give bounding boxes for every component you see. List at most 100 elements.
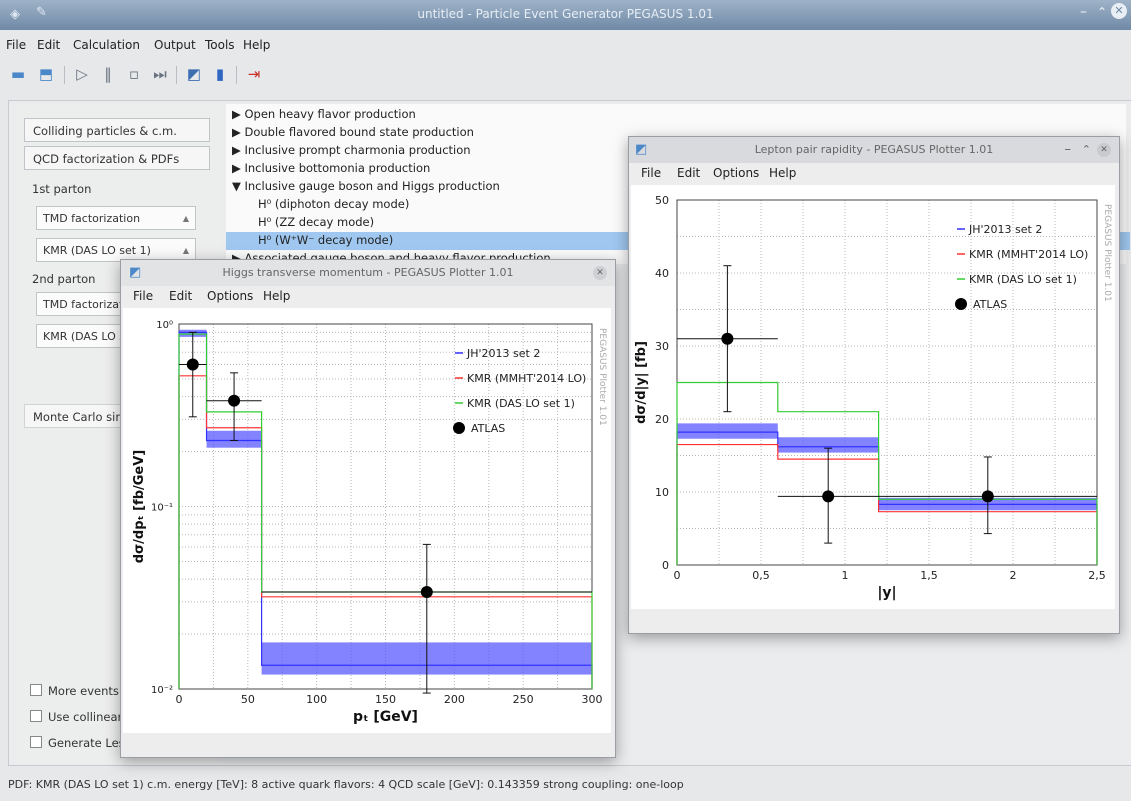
menu-tools[interactable]: Tools — [205, 38, 235, 52]
select-value: KMR (DAS LO set 1) — [43, 244, 151, 257]
legend-label: KMR (DAS LO set 1) — [969, 273, 1077, 286]
maximize-icon[interactable]: ⌃ — [1097, 5, 1107, 19]
x-tick-label: 100 — [306, 693, 327, 706]
first-parton-factorization-select[interactable]: TMD factorization▲▼ — [36, 206, 196, 247]
exit-icon[interactable]: ⇥ — [244, 64, 264, 84]
plotter-titlebar: ◩ Lepton pair rapidity - PEGASUS Plotter… — [629, 137, 1119, 163]
legend-label: JH'2013 set 2 — [466, 347, 540, 360]
qcd-factorization-button[interactable]: QCD factorization & PDFs — [24, 146, 210, 170]
x-tick-label: 0,5 — [752, 569, 770, 582]
second-parton-label: 2nd parton — [32, 272, 96, 286]
x-tick-label: 1 — [842, 569, 849, 582]
checkbox-box — [30, 684, 42, 696]
y-tick-label: 0 — [662, 559, 669, 572]
menu-output[interactable]: Output — [154, 38, 196, 52]
close-icon[interactable]: ✕ — [1111, 3, 1127, 19]
tree-item[interactable]: H⁰ (ZZ decay mode) — [258, 215, 374, 229]
data-point — [721, 332, 734, 345]
plotter-titlebar: ◩ Higgs transverse momentum - PEGASUS Pl… — [121, 260, 615, 286]
maximize-icon[interactable]: ⌃ — [1082, 137, 1091, 163]
plotter-title: Higgs transverse momentum - PEGASUS Plot… — [222, 266, 514, 279]
x-axis-label: pₜ [GeV] — [353, 709, 418, 725]
open-folder-icon[interactable]: ▬ — [8, 64, 28, 84]
plotter-window-rapidity: ◩ Lepton pair rapidity - PEGASUS Plotter… — [628, 136, 1120, 634]
plot-canvas: 0 0,5 1 1,5 2 2,5 0 10 20 30 40 50 |y| dσ/d|y| [fb] PE… — [631, 185, 1115, 609]
data-point — [228, 394, 241, 407]
data-point — [981, 490, 994, 503]
x-tick-label: 150 — [375, 693, 396, 706]
plot-canvas: 0 50 100 150 200 250 300 10⁰ 10⁻¹ 10⁻² pₜ [GeV] dσ/… — [123, 308, 611, 733]
tree-item-selected[interactable]: H⁰ (W⁺W⁻ decay mode) — [258, 233, 393, 247]
x-tick-label: 2,5 — [1088, 569, 1106, 582]
toolbar-separator — [64, 66, 65, 84]
menu-file[interactable]: File — [641, 166, 661, 180]
legend-label: ATLAS — [973, 298, 1007, 311]
plot-icon[interactable]: ◩ — [184, 64, 204, 84]
plotter-watermark: PEGASUS Plotter 1.01 — [1102, 204, 1112, 302]
colliding-particles-button[interactable]: Colliding particles & c.m. energy — [24, 118, 210, 162]
x-tick-label: 50 — [241, 693, 255, 706]
tree-item[interactable]: ▶ Inclusive bottomonia production — [232, 161, 430, 175]
tree-item[interactable]: H⁰ (diphoton decay mode) — [258, 197, 409, 211]
first-parton-label: 1st parton — [32, 182, 92, 196]
menu-help[interactable]: Help — [263, 289, 290, 303]
legend-marker — [955, 298, 967, 310]
skip-icon[interactable]: ⏭ — [150, 64, 170, 84]
minimize-icon[interactable]: – — [1080, 4, 1087, 20]
menu-help[interactable]: Help — [243, 38, 270, 52]
play-icon[interactable]: ▷ — [72, 64, 92, 84]
window-titlebar: ◈ ✎ untitled - Particle Event Generator … — [0, 0, 1131, 30]
y-tick-label: 10⁻² — [151, 685, 173, 696]
menubar: File Edit Calculation Output Tools Help — [0, 38, 1131, 56]
y-tick-label: 20 — [655, 413, 669, 426]
checkbox-box — [30, 710, 42, 722]
menu-options[interactable]: Options — [207, 289, 253, 303]
x-tick-label: 250 — [513, 693, 534, 706]
menu-options[interactable]: Options — [713, 166, 759, 180]
x-tick-label: 0 — [176, 693, 183, 706]
menu-calculation[interactable]: Calculation — [73, 38, 140, 52]
menu-edit[interactable]: Edit — [37, 38, 60, 52]
legend-label: KMR (MMHT'2014 LO) — [969, 248, 1088, 261]
save-icon[interactable]: ⬒ — [36, 64, 56, 84]
menu-file[interactable]: File — [6, 38, 26, 52]
y-axis-label: dσ/d|y| [fb] — [634, 341, 649, 424]
menu-file[interactable]: File — [133, 289, 153, 303]
select-value: TMD factorization — [43, 212, 141, 225]
stop-icon[interactable]: ▫ — [124, 64, 144, 84]
book-icon[interactable]: ▮ — [210, 64, 230, 84]
tree-item[interactable]: ▼ Inclusive gauge boson and Higgs produc… — [232, 179, 500, 193]
toolbar-separator — [176, 66, 177, 84]
legend-label: ATLAS — [471, 422, 505, 435]
x-tick-label: 0 — [674, 569, 681, 582]
y-axis-label: dσ/dpₜ [fb/GeV] — [132, 450, 147, 564]
tree-item[interactable]: ▶ Double flavored bound state production — [232, 125, 474, 139]
y-tick-label: 10⁰ — [156, 320, 173, 331]
close-icon[interactable]: ✕ — [593, 266, 607, 280]
status-bar: PDF: KMR (DAS LO set 1) c.m. energy [TeV… — [8, 778, 684, 791]
menu-help[interactable]: Help — [769, 166, 796, 180]
x-axis-label: |y| — [877, 585, 896, 601]
menu-edit[interactable]: Edit — [677, 166, 700, 180]
close-icon[interactable]: ✕ — [1097, 143, 1111, 157]
plotter-watermark: PEGASUS Plotter 1.01 — [597, 328, 607, 426]
legend-label: KMR (MMHT'2014 LO) — [467, 372, 586, 385]
minimize-icon[interactable]: – — [1065, 137, 1072, 163]
data-point — [186, 358, 199, 371]
plotter-app-icon: ◩ — [635, 142, 648, 157]
y-tick-label: 50 — [655, 194, 669, 207]
pause-icon[interactable]: ‖ — [98, 64, 118, 84]
checkbox-box — [30, 736, 42, 748]
y-tick-label: 10 — [655, 486, 669, 499]
uncertainty-band — [677, 423, 778, 439]
menu-edit[interactable]: Edit — [169, 289, 192, 303]
data-point — [420, 586, 433, 599]
tree-item[interactable]: ▶ Inclusive prompt charmonia production — [232, 143, 471, 157]
x-tick-label: 300 — [582, 693, 603, 706]
window-title: untitled - Particle Event Generator PEGA… — [417, 7, 714, 21]
y-tick-label: 40 — [655, 267, 669, 280]
x-tick-label: 200 — [444, 693, 465, 706]
y-tick-label: 30 — [655, 340, 669, 353]
toolbar-separator — [236, 66, 237, 84]
tree-item[interactable]: ▶ Open heavy flavor production — [232, 107, 416, 121]
